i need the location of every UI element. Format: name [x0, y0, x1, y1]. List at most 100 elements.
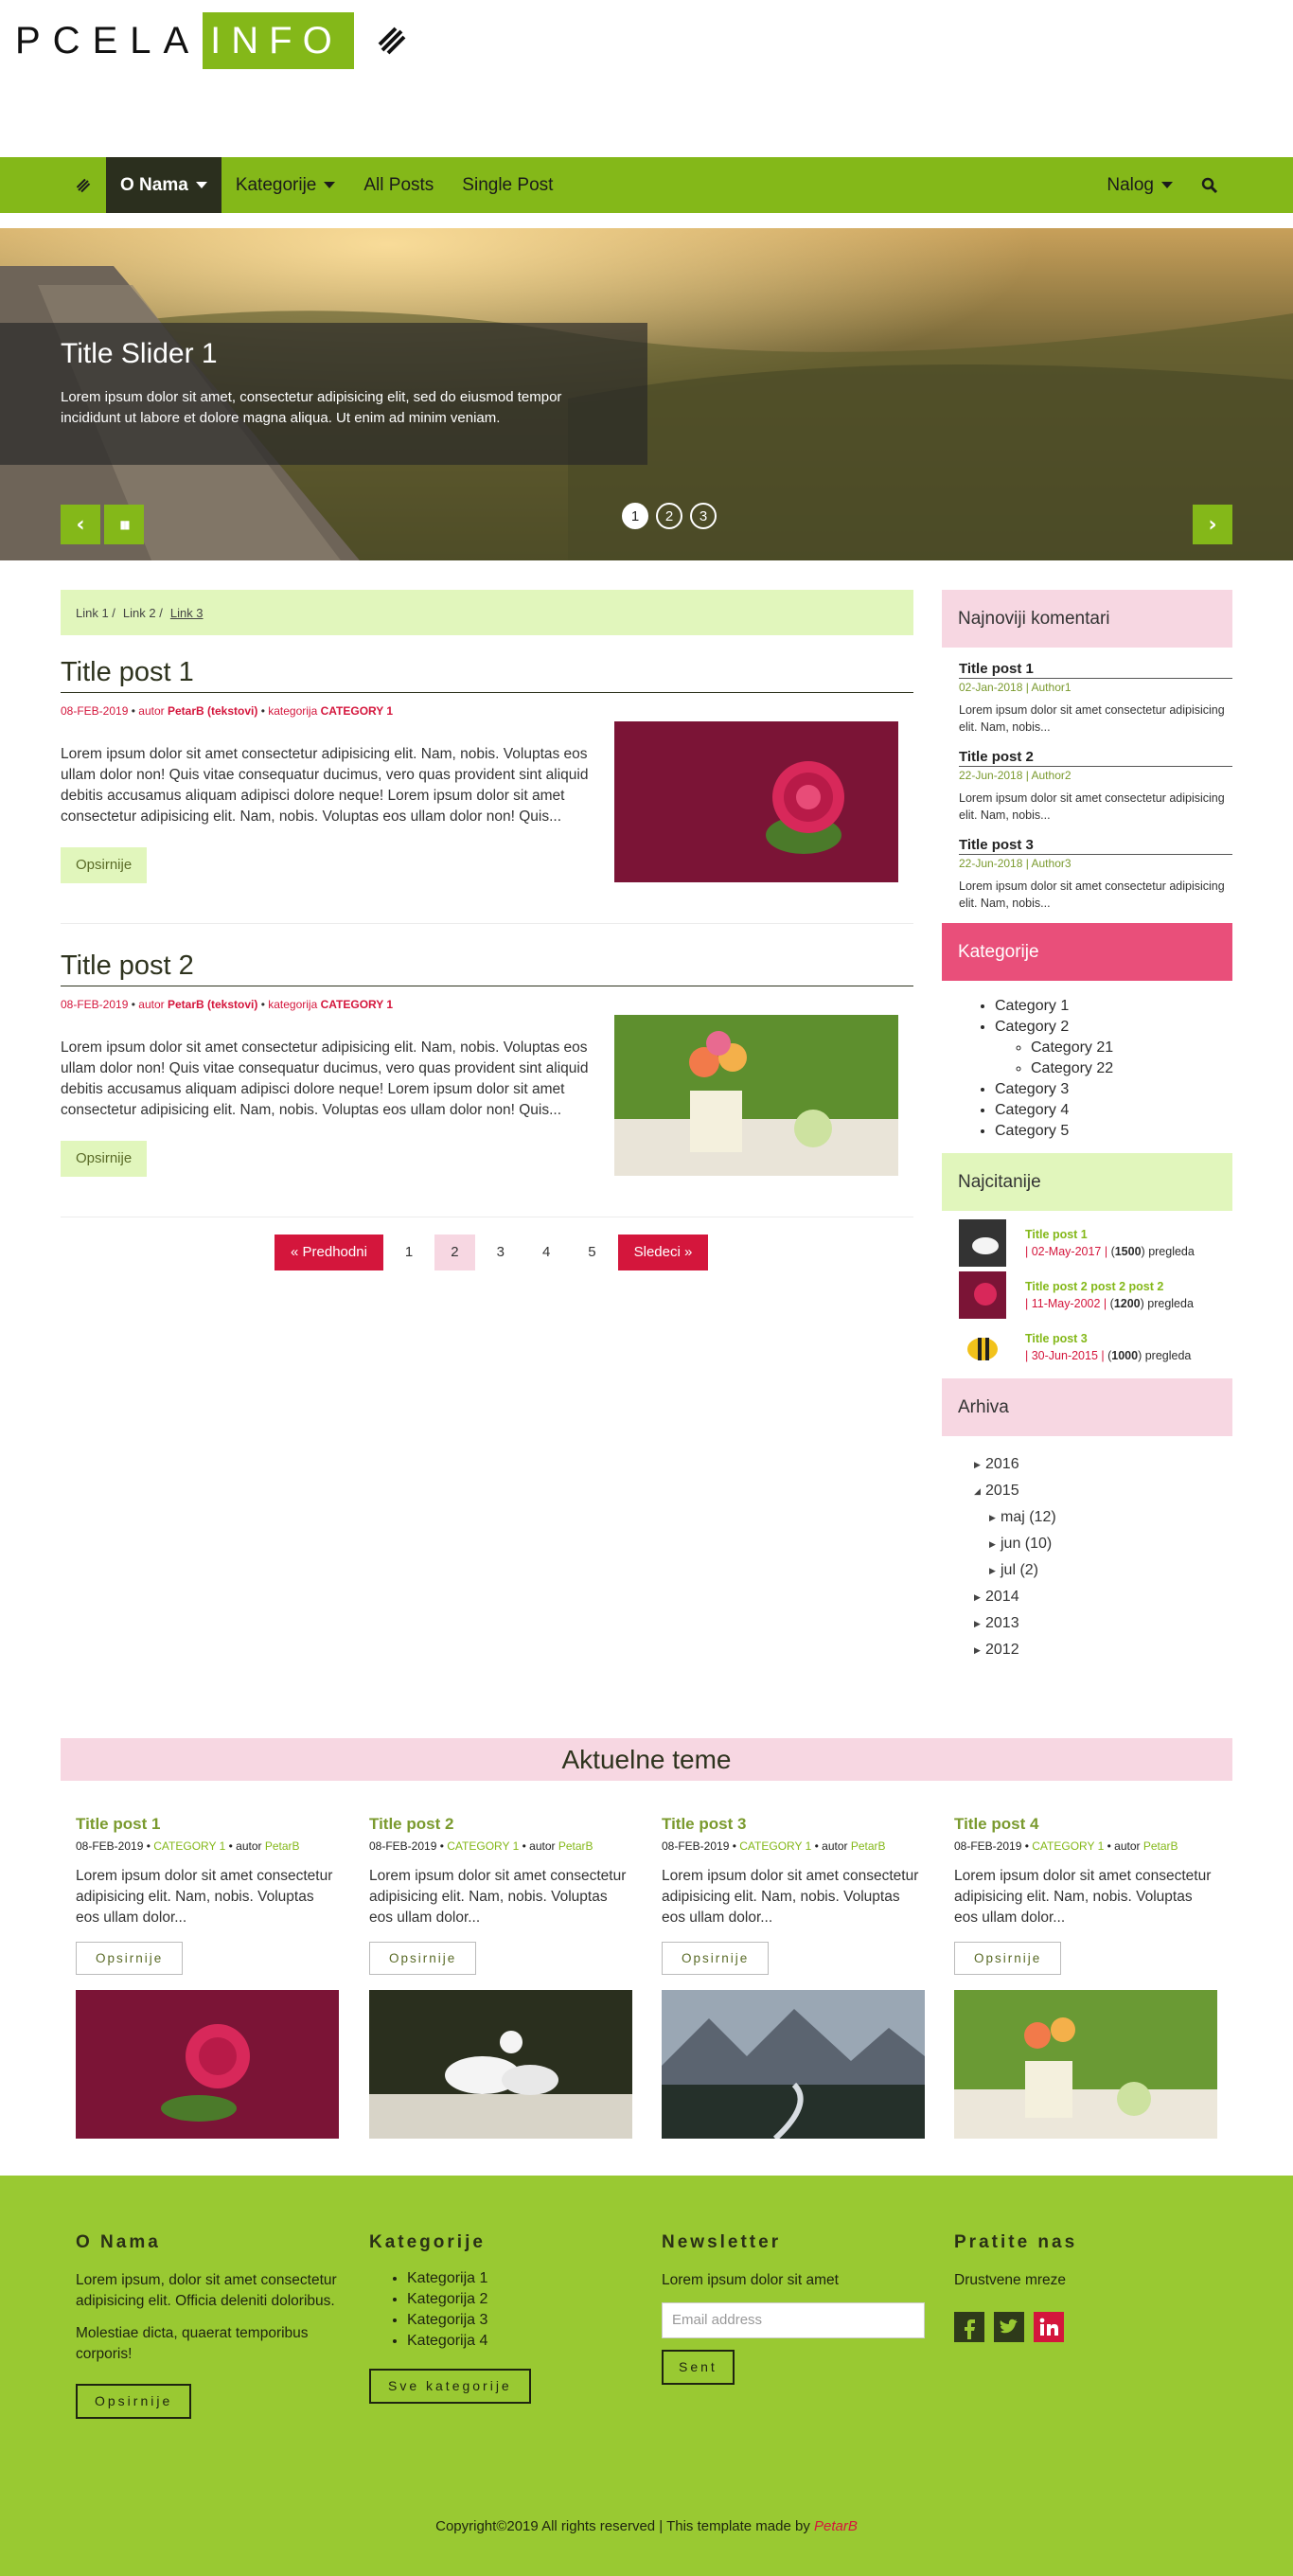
- card-title[interactable]: Title post 1: [76, 1815, 339, 1834]
- nav-item-o-nama[interactable]: O Nama: [106, 157, 221, 213]
- slider-dot-1[interactable]: 1: [622, 503, 648, 529]
- card-category[interactable]: CATEGORY 1: [739, 1839, 811, 1853]
- search-icon[interactable]: [1187, 157, 1232, 213]
- card-image-rose[interactable]: [76, 1990, 339, 2139]
- category-item[interactable]: Category 5: [995, 1121, 1232, 1142]
- card-author[interactable]: PetarB: [851, 1839, 886, 1853]
- category-item[interactable]: Category 4: [995, 1100, 1232, 1121]
- footer-category-item[interactable]: Kategorija 2: [407, 2289, 632, 2310]
- card-category[interactable]: CATEGORY 1: [153, 1839, 225, 1853]
- comment-title[interactable]: Title post 2: [959, 749, 1232, 767]
- post-title[interactable]: Title post 2: [61, 950, 913, 986]
- facebook-icon[interactable]: [954, 2312, 984, 2342]
- read-more-button[interactable]: Opsirnije: [61, 847, 148, 883]
- main-content: Link 1 / Link 2 / Link 3 Title post 1 08…: [61, 590, 913, 1270]
- slider-dot-3[interactable]: 3: [690, 503, 717, 529]
- slider-pause-button[interactable]: ▮▮: [104, 505, 144, 544]
- card-image-mountains[interactable]: [662, 1990, 925, 2139]
- caret-down-icon: [1161, 182, 1173, 188]
- read-more-button[interactable]: Opsirnije: [954, 1942, 1062, 1975]
- archive-month[interactable]: ▶ jul (2): [974, 1557, 1232, 1584]
- post-author[interactable]: PetarB (tekstovi): [168, 704, 257, 718]
- popular-item[interactable]: Title post 2 post 2 post 2 | 11-May-2002 …: [942, 1269, 1232, 1321]
- popular-item[interactable]: Title post 3 | 30-Jun-2015 | (1000) pregl…: [942, 1321, 1232, 1373]
- all-categories-button[interactable]: Sve kategorije: [369, 2369, 531, 2404]
- nav-home-icon[interactable]: [61, 157, 106, 213]
- card-category[interactable]: CATEGORY 1: [447, 1839, 519, 1853]
- read-more-button[interactable]: Opsirnije: [76, 1942, 184, 1975]
- subcategory-item[interactable]: Category 22: [1031, 1058, 1232, 1079]
- read-more-button[interactable]: Opsirnije: [61, 1141, 148, 1177]
- footer-category-item[interactable]: Kategorija 1: [407, 2268, 632, 2289]
- pagination-prev[interactable]: « Predhodni: [275, 1235, 383, 1270]
- category-item[interactable]: Category 1: [995, 996, 1232, 1017]
- pagination-page[interactable]: 3: [481, 1235, 521, 1270]
- footer-about-title: O Nama: [76, 2232, 161, 2252]
- popular-title[interactable]: Title post 2 post 2 post 2: [1025, 1278, 1194, 1295]
- popular-title[interactable]: Title post 1: [1025, 1226, 1195, 1243]
- pagination-next[interactable]: Sledeci »: [617, 1235, 709, 1270]
- pagination-page[interactable]: 1: [389, 1235, 429, 1270]
- archive-month[interactable]: ▶ maj (12): [974, 1504, 1232, 1531]
- archive-year[interactable]: ▶ 2013: [974, 1610, 1232, 1637]
- post-category[interactable]: CATEGORY 1: [321, 704, 393, 718]
- post-image-flowers[interactable]: [614, 1015, 898, 1176]
- nav-item-kategorije[interactable]: Kategorije: [221, 157, 350, 213]
- newsletter-send-button[interactable]: Sent: [662, 2350, 735, 2385]
- subcategory-item[interactable]: Category 21: [1031, 1038, 1232, 1058]
- card-title[interactable]: Title post 4: [954, 1815, 1217, 1834]
- author-link[interactable]: PetarB: [814, 2518, 858, 2534]
- nav-item-all-posts[interactable]: All Posts: [349, 157, 448, 213]
- card-title[interactable]: Title post 2: [369, 1815, 632, 1834]
- card-category[interactable]: CATEGORY 1: [1032, 1839, 1104, 1853]
- nav-item-single-post[interactable]: Single Post: [448, 157, 567, 213]
- twitter-icon[interactable]: [994, 2312, 1024, 2342]
- breadcrumb-link-3[interactable]: Link 3: [170, 606, 204, 620]
- slider-next-button[interactable]: ›: [1193, 505, 1232, 544]
- archive-year-open[interactable]: ◢ 2015: [974, 1478, 1232, 1504]
- card-author[interactable]: PetarB: [558, 1839, 593, 1853]
- read-more-button[interactable]: Opsirnije: [662, 1942, 770, 1975]
- pagination-page[interactable]: 5: [572, 1235, 611, 1270]
- comment-title[interactable]: Title post 3: [959, 837, 1232, 855]
- breadcrumb-link-2[interactable]: Link 2 /: [123, 606, 163, 620]
- linkedin-icon[interactable]: [1034, 2312, 1064, 2342]
- archive-year[interactable]: ▶ 2012: [974, 1637, 1232, 1663]
- card-author[interactable]: PetarB: [265, 1839, 300, 1853]
- archive-year[interactable]: ▶ 2016: [974, 1451, 1232, 1478]
- footer-read-more-button[interactable]: Opsirnije: [76, 2384, 192, 2419]
- card-title[interactable]: Title post 3: [662, 1815, 925, 1834]
- post-title[interactable]: Title post 1: [61, 657, 913, 693]
- comment-title[interactable]: Title post 1: [959, 661, 1232, 679]
- site-logo[interactable]: PCELA INFO: [15, 11, 409, 70]
- post-category[interactable]: CATEGORY 1: [321, 998, 393, 1011]
- main-navbar: O Nama Kategorije All Posts Single Post …: [0, 157, 1293, 213]
- category-list: Category 1 Category 2 Category 21 Catego…: [942, 981, 1232, 1153]
- post-card: Title post 2 08-FEB-2019 • autor PetarB …: [61, 950, 913, 1197]
- card-author[interactable]: PetarB: [1143, 1839, 1178, 1853]
- nav-item-nalog[interactable]: Nalog: [1092, 157, 1187, 213]
- footer-about: O Nama Lorem ipsum, dolor sit amet conse…: [76, 2232, 339, 2419]
- card-image-flowers[interactable]: [954, 1990, 1217, 2139]
- slider-dot-2[interactable]: 2: [656, 503, 682, 529]
- pagination-page[interactable]: 4: [526, 1235, 566, 1270]
- read-more-button[interactable]: Opsirnije: [369, 1942, 477, 1975]
- card-image-doves[interactable]: [369, 1990, 632, 2139]
- archive-month[interactable]: ▶ jun (10): [974, 1531, 1232, 1557]
- category-item[interactable]: Category 3: [995, 1079, 1232, 1100]
- post-image-rose[interactable]: [614, 721, 898, 882]
- archive-label: 2016: [985, 1456, 1019, 1472]
- breadcrumb-link-1[interactable]: Link 1 /: [76, 606, 115, 620]
- popular-item[interactable]: Title post 1 | 02-May-2017 | (1500) pregl…: [942, 1217, 1232, 1269]
- post-author[interactable]: PetarB (tekstovi): [168, 998, 257, 1011]
- category-item[interactable]: Category 2 Category 21 Category 22: [995, 1017, 1232, 1079]
- popular-title[interactable]: Title post 3: [1025, 1330, 1191, 1347]
- caret-right-icon: ▶: [974, 1619, 981, 1628]
- footer-category-item[interactable]: Kategorija 4: [407, 2331, 632, 2352]
- email-field[interactable]: Email address: [662, 2302, 925, 2338]
- pagination-page-current[interactable]: 2: [434, 1235, 475, 1270]
- archive-year[interactable]: ▶ 2014: [974, 1584, 1232, 1610]
- footer-category-item[interactable]: Kategorija 3: [407, 2310, 632, 2331]
- featured-card: Title post 1 08-FEB-2019 • CATEGORY 1 • …: [76, 1815, 339, 2139]
- slider-prev-button[interactable]: ‹: [61, 505, 100, 544]
